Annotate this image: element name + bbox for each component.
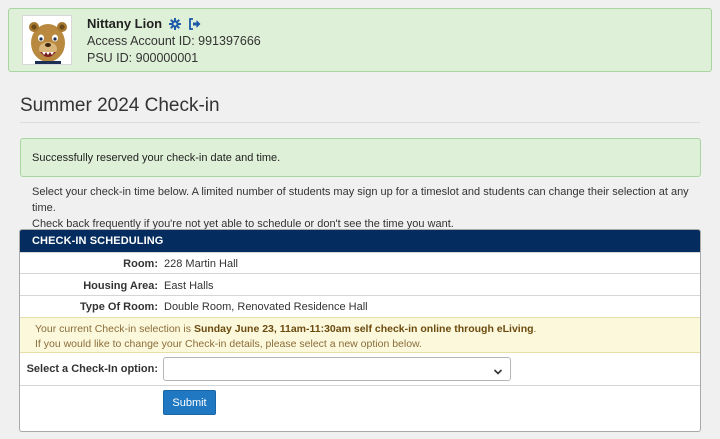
notice-suffix: . xyxy=(533,323,537,335)
gear-icon[interactable] xyxy=(169,17,182,30)
nittany-lion-avatar-image xyxy=(23,16,71,64)
notice-line-1: Your current Check-in selection is Sunda… xyxy=(35,322,685,337)
room-type-label: Type Of Room: xyxy=(79,301,158,313)
profile-name: Nittany Lion xyxy=(87,16,163,31)
current-selection: Sunday June 23, 11am-11:30am self check-… xyxy=(193,323,534,335)
success-alert-message: Successfully reserved your check-in date… xyxy=(32,152,281,164)
housing-area-value: East Halls xyxy=(164,280,214,292)
success-alert: Successfully reserved your check-in date… xyxy=(20,138,701,177)
profile-name-row: Nittany Lion xyxy=(87,16,201,31)
submit-button[interactable]: Submit xyxy=(163,390,216,415)
chevron-down-icon xyxy=(493,365,503,379)
housing-area-label: Housing Area: xyxy=(83,280,158,292)
check-in-scheduling-panel: CHECK-IN SCHEDULING Room: 228 Martin Hal… xyxy=(19,229,701,432)
room-type-value: Double Room, Renovated Residence Hall xyxy=(164,301,368,313)
room-type-row: Type Of Room: Double Room, Renovated Res… xyxy=(20,295,700,317)
avatar xyxy=(22,15,72,65)
room-row: Room: 228 Martin Hall xyxy=(20,252,700,273)
check-in-option-select[interactable] xyxy=(163,357,511,381)
room-label: Room: xyxy=(123,258,158,270)
profile-card: Nittany Lion Access Account ID: 99139766… xyxy=(8,8,712,72)
intro-line-1: Select your check-in time below. A limit… xyxy=(32,186,689,214)
notice-line-2: If you would like to change your Check-i… xyxy=(35,338,422,350)
notice-prefix: Your current Check-in selection is xyxy=(35,323,194,335)
intro-text: Select your check-in time below. A limit… xyxy=(32,184,702,232)
sign-out-icon[interactable] xyxy=(188,17,201,30)
access-account-id: Access Account ID: 991397666 xyxy=(87,34,261,48)
check-in-option-row: Select a Check-In option: xyxy=(20,353,700,386)
psu-id: PSU ID: 900000001 xyxy=(87,51,199,65)
housing-area-row: Housing Area: East Halls xyxy=(20,273,700,295)
page-title: Summer 2024 Check-in xyxy=(20,95,220,116)
panel-header: CHECK-IN SCHEDULING xyxy=(20,230,700,252)
room-value: 228 Martin Hall xyxy=(164,258,238,270)
title-divider xyxy=(20,122,700,123)
current-selection-notice: Your current Check-in selection is Sunda… xyxy=(20,317,700,353)
check-in-option-label: Select a Check-In option: xyxy=(26,363,158,375)
